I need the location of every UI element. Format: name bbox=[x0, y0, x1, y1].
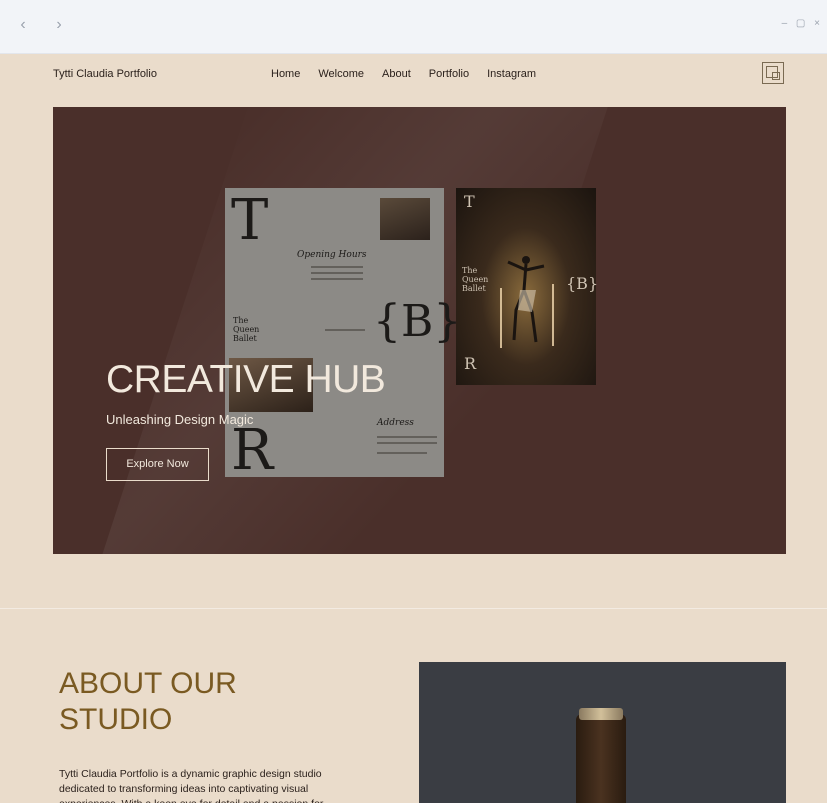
bottle-image bbox=[576, 714, 626, 803]
about-title: ABOUT OUR STUDIO bbox=[59, 667, 237, 736]
about-text: Tytti Claudia Portfolio is a dynamic gra… bbox=[59, 768, 323, 803]
poster-text-line bbox=[311, 278, 363, 280]
about-image bbox=[419, 662, 786, 803]
main-nav: Home Welcome About Portfolio Instagram bbox=[271, 68, 536, 80]
poster-queen-ballet: The Queen Ballet bbox=[233, 316, 260, 343]
browser-toolbar: ‹ › – ▢ × bbox=[0, 0, 827, 54]
hero-title: CREATIVE HUB bbox=[106, 358, 386, 401]
nav-about[interactable]: About bbox=[382, 68, 411, 80]
poster-text-line bbox=[377, 436, 437, 438]
poster-text-line bbox=[311, 272, 363, 274]
ballet-poster: T Opening Hours The Queen Ballet {B} R A… bbox=[225, 188, 461, 483]
section-divider bbox=[0, 608, 827, 609]
poster-thumbnail bbox=[380, 198, 430, 240]
photo-letter-t: T bbox=[464, 192, 475, 211]
poster-address: Address bbox=[377, 418, 414, 428]
poster-opening-hours: Opening Hours bbox=[297, 250, 367, 260]
hero-section: T Opening Hours The Queen Ballet {B} R A… bbox=[53, 107, 786, 554]
explore-now-button[interactable]: Explore Now bbox=[106, 448, 209, 481]
light-stick bbox=[552, 284, 554, 346]
nav-welcome[interactable]: Welcome bbox=[318, 68, 364, 80]
website: Tytti Claudia Portfolio Home Welcome Abo… bbox=[0, 54, 827, 803]
poster-text-line bbox=[377, 442, 437, 444]
nav-portfolio[interactable]: Portfolio bbox=[429, 68, 469, 80]
nav-instagram[interactable]: Instagram bbox=[487, 68, 536, 80]
nav-home[interactable]: Home bbox=[271, 68, 300, 80]
site-brand[interactable]: Tytti Claudia Portfolio bbox=[53, 68, 157, 80]
poster-letter-t: T bbox=[231, 188, 269, 253]
back-icon[interactable]: ‹ bbox=[12, 14, 34, 36]
forward-icon[interactable]: › bbox=[48, 14, 70, 36]
photo-letter-r: R bbox=[464, 354, 477, 373]
light-stick bbox=[500, 288, 502, 348]
poster-text-line bbox=[325, 329, 365, 331]
photo-brace-b: {B} bbox=[566, 274, 599, 293]
poster-brace-b: {B} bbox=[373, 296, 462, 347]
window-controls[interactable]: – ▢ × bbox=[782, 18, 823, 29]
poster-text-line bbox=[311, 266, 363, 268]
poster-text-line bbox=[377, 452, 427, 454]
poster-letter-r: R bbox=[231, 418, 274, 483]
dancer-figure bbox=[507, 256, 545, 343]
bottle-cap bbox=[579, 708, 623, 720]
ballet-photo: T The Queen Ballet {B} R bbox=[456, 188, 599, 385]
square-logo-icon[interactable] bbox=[762, 62, 784, 84]
hero-subtitle: Unleashing Design Magic bbox=[106, 412, 254, 427]
photo-queen-ballet: The Queen Ballet bbox=[462, 266, 489, 293]
